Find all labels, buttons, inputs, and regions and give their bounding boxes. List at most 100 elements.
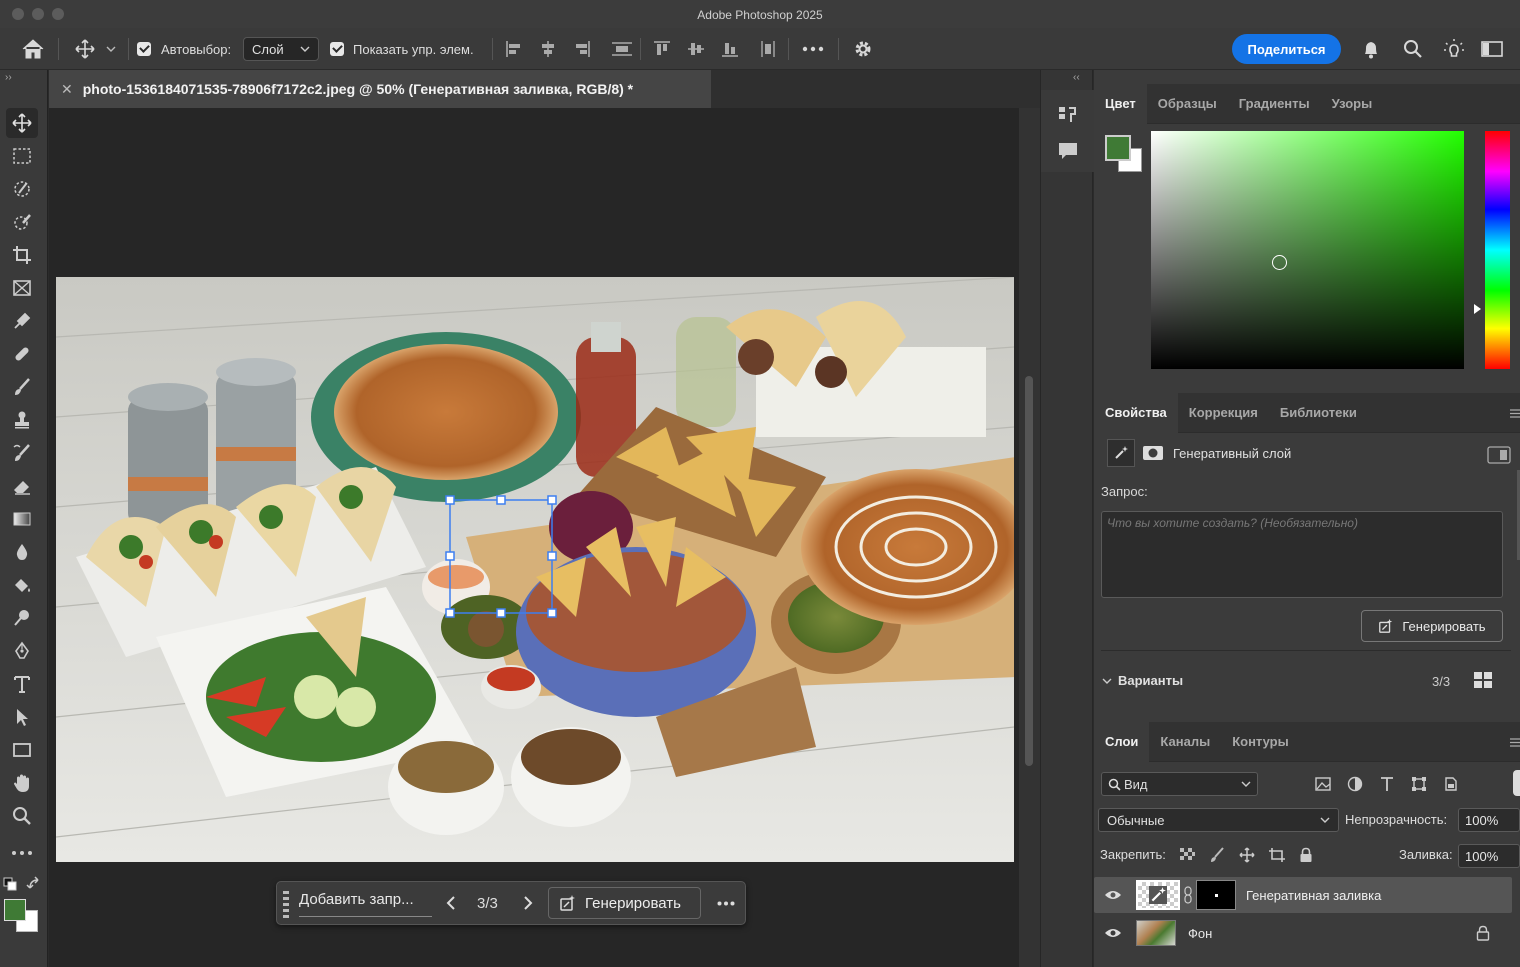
layer-name[interactable]: Фон — [1188, 926, 1212, 941]
layer-thumbnail[interactable] — [1136, 920, 1176, 946]
move-tool[interactable] — [6, 108, 38, 138]
gradient-tool[interactable] — [6, 504, 38, 534]
share-button[interactable]: Поделиться — [1232, 34, 1341, 64]
layer-mask-thumbnail[interactable] — [1196, 880, 1236, 910]
tab-layers[interactable]: Слои — [1094, 721, 1150, 762]
zoom-tool[interactable] — [6, 801, 38, 831]
layer-thumbnail[interactable] — [1136, 880, 1180, 910]
next-variant-icon[interactable] — [522, 895, 534, 911]
tab-properties[interactable]: Свойства — [1094, 392, 1178, 433]
align-bottom-icon[interactable] — [720, 39, 740, 59]
align-top-icon[interactable] — [652, 39, 672, 59]
dodge-burn-tool[interactable] — [6, 603, 38, 633]
filter-shape-icon[interactable] — [1410, 775, 1428, 793]
panel-menu-icon[interactable] — [1510, 409, 1520, 418]
layer-filter-dropdown[interactable]: Вид — [1101, 772, 1258, 796]
move-tool-options-icon[interactable] — [72, 28, 118, 70]
chain-link-icon[interactable] — [1184, 886, 1192, 904]
filter-type-icon[interactable] — [1378, 775, 1396, 793]
tab-paths[interactable]: Контуры — [1221, 722, 1300, 762]
visibility-eye-icon[interactable] — [1104, 927, 1122, 939]
bell-icon[interactable] — [1360, 28, 1382, 70]
quick-selection-tool[interactable] — [6, 207, 38, 237]
color-picker-field[interactable] — [1151, 131, 1464, 369]
workspace-icon[interactable] — [1480, 28, 1504, 70]
blur-tool[interactable] — [6, 537, 38, 567]
properties-generate-button[interactable]: Генерировать — [1361, 610, 1503, 642]
gear-icon[interactable] — [852, 28, 874, 70]
align-left-icon[interactable] — [504, 39, 524, 59]
tab-patterns[interactable]: Узоры — [1321, 84, 1384, 124]
lock-artboard-icon[interactable] — [1268, 847, 1286, 863]
marquee-tool[interactable] — [6, 141, 38, 171]
eyedropper-tool[interactable] — [6, 306, 38, 336]
healing-brush-tool[interactable] — [6, 339, 38, 369]
lock-all-icon[interactable] — [1298, 847, 1314, 863]
foreground-color-swatch[interactable] — [4, 899, 26, 921]
tab-adjustments[interactable]: Коррекция — [1178, 393, 1269, 433]
swap-colors-icon[interactable] — [26, 876, 42, 892]
distribute-horizontal-icon[interactable] — [610, 39, 634, 59]
crop-tool[interactable] — [6, 240, 38, 270]
color-picker-marker[interactable] — [1272, 255, 1287, 270]
stamp-tool[interactable] — [6, 405, 38, 435]
canvas-vertical-scrollbar[interactable] — [1019, 108, 1040, 967]
hue-slider[interactable] — [1485, 131, 1510, 369]
pen-tool[interactable] — [6, 636, 38, 666]
hand-tool[interactable] — [6, 768, 38, 798]
canvas-image[interactable] — [56, 277, 1014, 862]
autoselect-group[interactable]: Автовыбор: — [137, 28, 231, 70]
align-right-icon[interactable] — [572, 39, 592, 59]
lock-position-icon[interactable] — [1238, 847, 1256, 863]
task-bar-more-icon[interactable] — [717, 901, 735, 906]
layer-row-generative-fill[interactable]: Генеративная заливка — [1094, 877, 1512, 913]
variants-toggle[interactable]: Варианты — [1102, 673, 1183, 688]
discover-lightbulb-icon[interactable] — [1442, 28, 1466, 70]
history-panel-icon[interactable] — [1057, 104, 1079, 126]
align-middle-icon[interactable] — [686, 39, 706, 59]
object-selection-tool[interactable] — [6, 174, 38, 204]
show-transform-group[interactable]: Показать упр. элем. — [330, 28, 474, 70]
tab-gradients[interactable]: Градиенты — [1228, 84, 1321, 124]
autoselect-checkbox[interactable] — [137, 42, 151, 56]
distribute-vertical-icon[interactable] — [758, 39, 778, 59]
scrollbar-thumb[interactable] — [1025, 376, 1033, 766]
prompt-input[interactable]: Добавить запр... — [299, 889, 432, 917]
prompt-textarea[interactable]: Что вы хотите создать? (Необязательно) — [1101, 511, 1503, 598]
default-colors-icon[interactable] — [3, 877, 17, 891]
drag-handle-icon[interactable] — [283, 890, 289, 918]
tab-color[interactable]: Цвет — [1094, 83, 1147, 124]
close-tab-icon[interactable]: ✕ — [61, 81, 73, 98]
expand-toolbar-icon[interactable]: ›› — [5, 72, 12, 83]
type-tool[interactable] — [6, 669, 38, 699]
collapse-panels-icon[interactable]: ‹‹ — [1073, 72, 1080, 83]
layer-name[interactable]: Генеративная заливка — [1246, 888, 1381, 903]
previous-variant-icon[interactable] — [445, 895, 457, 911]
filter-toggle[interactable] — [1513, 770, 1520, 796]
opacity-input[interactable]: 100% — [1458, 808, 1520, 832]
dodge-tool[interactable] — [6, 570, 38, 600]
edit-toolbar-button[interactable] — [6, 838, 38, 868]
home-icon[interactable] — [20, 28, 46, 70]
generative-settings-icon[interactable] — [1487, 446, 1511, 464]
search-icon[interactable] — [1402, 28, 1424, 70]
path-selection-tool[interactable] — [6, 702, 38, 732]
layers-panel-menu-icon[interactable] — [1510, 738, 1520, 747]
eraser-tool[interactable] — [6, 471, 38, 501]
layer-row-background[interactable]: Фон — [1094, 915, 1512, 951]
frame-tool[interactable] — [6, 273, 38, 303]
lock-transparency-icon[interactable] — [1178, 847, 1196, 863]
filter-adjustment-icon[interactable] — [1346, 775, 1364, 793]
show-transform-checkbox[interactable] — [330, 42, 344, 56]
hue-slider-handle[interactable] — [1474, 304, 1481, 314]
tab-libraries[interactable]: Библиотеки — [1269, 393, 1368, 433]
tab-channels[interactable]: Каналы — [1149, 722, 1221, 762]
color-panel-foreground-swatch[interactable] — [1105, 135, 1131, 161]
more-options-icon[interactable] — [802, 28, 824, 70]
blend-mode-dropdown[interactable]: Обычные — [1098, 808, 1339, 832]
document-tab[interactable]: ✕ photo-1536184071535-78906f7172c2.jpeg … — [49, 70, 711, 108]
history-brush-tool[interactable] — [6, 438, 38, 468]
visibility-eye-icon[interactable] — [1104, 889, 1122, 901]
brush-tool[interactable] — [6, 372, 38, 402]
comments-icon[interactable] — [1057, 140, 1079, 162]
